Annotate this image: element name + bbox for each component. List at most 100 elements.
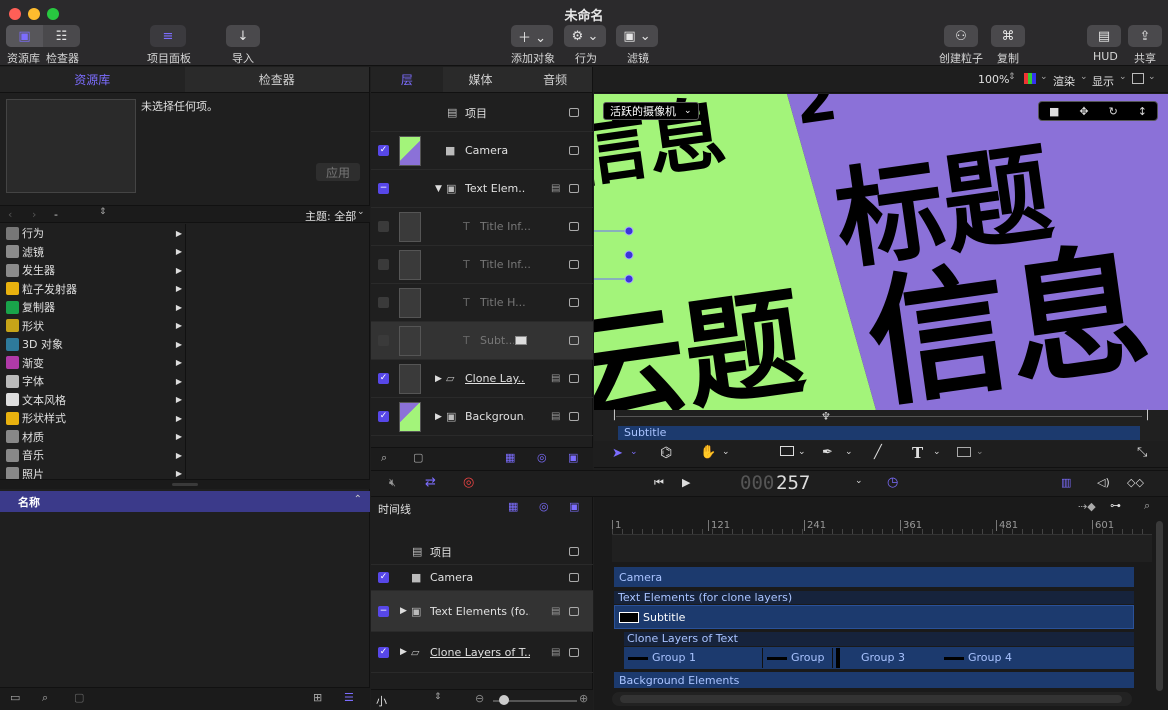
back-chevron-icon[interactable]: ‹ — [8, 208, 12, 221]
volume-icon[interactable]: ◁) — [1097, 476, 1110, 489]
layer-name[interactable]: Title Inf... — [480, 258, 536, 271]
out-point-icon[interactable]: ▕ — [1141, 411, 1148, 421]
channels-icon[interactable] — [1024, 73, 1036, 84]
group-clip-1[interactable]: Group 1 — [628, 651, 696, 664]
select-tool-icon[interactable]: ➤ — [612, 446, 623, 461]
loop-icon[interactable]: ⇄ — [425, 475, 436, 490]
timeline-row-text-elements[interactable]: − ▶ ▣ Text Elements (fo... ▤ — [371, 591, 593, 632]
project-panel-button[interactable]: ≡ — [150, 25, 186, 47]
size-popup[interactable]: 小 — [376, 693, 387, 709]
layer-name[interactable]: Backgroun... — [465, 410, 525, 423]
layer-row-clone-layers[interactable]: ✓ ▶ ▱ Clone Lay... ▤ — [371, 360, 593, 398]
skip-to-start-icon[interactable]: ⏮︎ — [654, 476, 664, 490]
disclosure-open-icon[interactable]: ▼ — [435, 184, 442, 194]
lock-icon[interactable] — [569, 184, 579, 193]
chevron-down-icon[interactable]: ⌄ — [855, 476, 863, 486]
tab-audio[interactable]: 音频 — [518, 67, 592, 92]
library-category-item[interactable]: 文本风格 ▶ — [0, 391, 186, 410]
zoom-slider-knob[interactable] — [499, 695, 509, 705]
group-clip-4[interactable]: Group 4 — [944, 651, 1012, 664]
layer-row-subtitle[interactable]: T Subt... — [371, 322, 593, 360]
bounding-handle[interactable] — [624, 274, 634, 284]
mini-timeline[interactable]: ▏ ♆ ▕ Subtitle — [594, 410, 1168, 441]
pan-hand-icon[interactable]: ✋ — [700, 445, 716, 460]
disclosure-closed-icon[interactable]: ▶ — [400, 606, 407, 616]
path-popup[interactable]: - — [54, 208, 58, 221]
fullscreen-icon[interactable]: ⤡ — [1137, 445, 1147, 460]
mask-circle-icon[interactable]: ◎ — [539, 500, 549, 513]
splitter[interactable] — [0, 479, 370, 489]
grid-view-icon[interactable]: ⊞ — [313, 691, 322, 704]
library-category-item[interactable]: 材质 ▶ — [0, 428, 186, 447]
display-popup[interactable]: 显示 — [1092, 73, 1114, 89]
group-clip-3[interactable]: Group 3 — [861, 651, 905, 664]
play-icon[interactable]: ▶︎ — [682, 476, 690, 489]
active-camera-popup[interactable]: 活跃的摄像机 ⌄ — [603, 102, 699, 120]
layer-row-title-h[interactable]: T Title H... — [371, 284, 593, 322]
group-clip-2[interactable]: Group — [767, 651, 825, 664]
snapping-icon[interactable]: ⊶ — [1110, 499, 1121, 512]
search-icon[interactable]: ⌕ — [381, 451, 387, 465]
visibility-checkbox[interactable]: ✓ — [378, 646, 389, 658]
keyframe-add-icon[interactable]: ⇢◆ — [1078, 500, 1096, 513]
chevron-down-icon[interactable]: ⌄ — [630, 447, 638, 457]
text-tool-icon[interactable]: T — [912, 444, 923, 462]
filters-button[interactable]: ▣ ⌄ — [616, 25, 658, 47]
view-layout-icon[interactable] — [1132, 73, 1144, 84]
layer-name[interactable]: Camera — [465, 144, 508, 157]
render-popup[interactable]: 渲染 — [1053, 73, 1075, 89]
library-category-item[interactable]: 复制器 ▶ — [0, 298, 186, 317]
folder-icon[interactable]: ▭ — [10, 691, 20, 704]
import-button[interactable]: ↓ — [226, 25, 260, 47]
library-category-item[interactable]: 字体 ▶ — [0, 372, 186, 391]
chevron-down-icon[interactable]: ⌄ — [798, 447, 806, 457]
lock-icon[interactable] — [569, 374, 579, 383]
visibility-checkbox[interactable]: ✓ — [378, 373, 389, 384]
mask-tool-icon[interactable] — [957, 447, 971, 457]
chevron-down-icon[interactable]: ⌄ — [845, 447, 853, 457]
camera-icon[interactable]: ■ — [1049, 105, 1059, 118]
zoom-out-icon[interactable]: ⊖ — [475, 692, 484, 705]
layer-row-background[interactable]: ✓ ▶ ▣ Backgroun... ▤ — [371, 398, 593, 436]
timeline-row-clone-layers[interactable]: ✓ ▶ ▱ Clone Layers of T... ▤ — [371, 632, 593, 673]
library-category-item[interactable]: 发生器 ▶ — [0, 261, 186, 280]
add-object-button[interactable]: ＋ ⌄ — [511, 25, 553, 47]
updown-chevron-icon[interactable]: ⇕ — [434, 692, 442, 702]
track-text-elements-label[interactable]: Text Elements (for clone layers) — [614, 591, 1134, 604]
layer-name[interactable]: Clone Lay... — [465, 372, 525, 385]
chevron-down-icon[interactable]: ⌄ — [722, 447, 730, 457]
hud-button[interactable]: ▤ — [1087, 25, 1121, 47]
zoom-in-icon[interactable]: ⊕ — [579, 692, 588, 705]
visibility-checkbox[interactable]: ✓ — [378, 145, 389, 156]
visibility-checkbox[interactable] — [378, 335, 389, 346]
search-icon[interactable]: ⌕ — [42, 691, 48, 705]
filmstrip-icon[interactable]: ▥ — [1061, 476, 1071, 489]
paint-stroke-icon[interactable]: ╱ — [874, 445, 882, 460]
thumbnail-toggle-icon[interactable]: ▢ — [413, 451, 423, 464]
track-subtitle-bar[interactable]: Subtitle — [614, 605, 1134, 629]
splitter-handle[interactable] — [172, 483, 198, 486]
timing-icon[interactable]: ◷ — [887, 475, 898, 490]
record-icon[interactable]: ◎ — [463, 475, 474, 490]
pan-icon[interactable]: ✥ — [1079, 105, 1088, 118]
rectangle-tool-icon[interactable] — [780, 446, 794, 456]
behaviors-button[interactable]: ⚙ ⌄ — [564, 25, 606, 47]
lock-icon[interactable] — [569, 222, 579, 231]
canvas-viewer[interactable]: 信息 2 标题 云题 信息 活跃的摄像机 ⌄ ■ ✥ ↻ ↕ — [594, 94, 1168, 410]
scrollbar-thumb[interactable] — [620, 695, 1122, 703]
library-category-item[interactable]: 形状样式 ▶ — [0, 409, 186, 428]
visibility-checkbox[interactable] — [378, 259, 389, 270]
name-column-header[interactable]: 名称 ⌃ — [0, 491, 370, 512]
library-category-item[interactable]: 音乐 ▶ — [0, 446, 186, 465]
bounding-handle[interactable] — [624, 226, 634, 236]
bounding-handle[interactable] — [624, 250, 634, 260]
lock-icon[interactable] — [569, 547, 579, 556]
layer-name[interactable]: Title H... — [480, 296, 536, 309]
lock-icon[interactable] — [569, 298, 579, 307]
timeline-row-project[interactable]: ▤ 项目 — [371, 539, 593, 565]
dolly-icon[interactable]: ↕ — [1138, 105, 1147, 118]
checkerboard-icon[interactable]: ▦ — [508, 500, 518, 513]
tab-media[interactable]: 媒体 — [443, 67, 519, 92]
share-button[interactable]: ⇪ — [1128, 25, 1162, 47]
audio-mute-icon[interactable]: 🔇︎ — [389, 476, 396, 490]
